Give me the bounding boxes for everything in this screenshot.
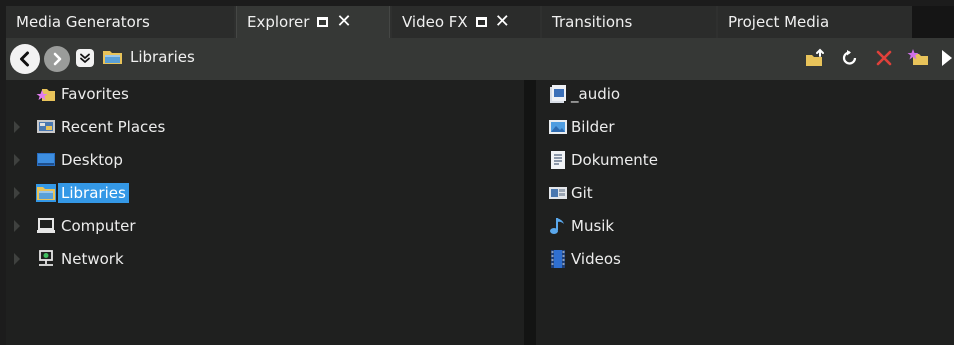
explorer-window: Media Generators Explorer ✕ Video FX ✕ T… — [6, 6, 954, 345]
git-library-icon — [549, 187, 567, 199]
delete-button[interactable] — [872, 46, 896, 70]
file-item-label: Musik — [571, 217, 615, 235]
pane-splitter[interactable] — [524, 80, 536, 345]
tab-strip-filler — [912, 6, 954, 38]
file-item-label: Bilder — [571, 118, 615, 136]
file-item-label: Videos — [571, 250, 621, 268]
back-arrow-icon — [20, 51, 29, 67]
play-button[interactable] — [940, 46, 954, 70]
expand-icon[interactable] — [14, 187, 20, 199]
computer-icon — [37, 218, 55, 233]
tree-item-label: Libraries — [58, 183, 129, 203]
tab-project-media[interactable]: Project Media — [718, 6, 912, 38]
pictures-library-icon — [549, 120, 567, 134]
delete-icon — [876, 50, 892, 66]
tab-strip: Media Generators Explorer ✕ Video FX ✕ T… — [6, 6, 954, 38]
refresh-icon — [842, 50, 857, 65]
tree-item-recent-places[interactable]: Recent Places — [6, 113, 524, 141]
tree-item-label: Recent Places — [61, 118, 166, 136]
file-item-label: Dokumente — [571, 151, 658, 169]
back-button[interactable] — [10, 44, 40, 74]
expand-icon[interactable] — [14, 253, 20, 265]
tree-item-libraries[interactable]: Libraries — [6, 179, 524, 207]
address-label: Libraries — [130, 48, 195, 66]
tree-item-desktop[interactable]: Desktop — [6, 146, 524, 174]
recent-locations-button[interactable] — [76, 49, 94, 67]
tree-item-favorites[interactable]: Favorites — [6, 80, 524, 108]
file-item-musik[interactable]: Musik — [536, 212, 954, 242]
tab-label: Transitions — [552, 13, 633, 31]
network-icon — [39, 250, 53, 266]
tree-item-computer[interactable]: Computer — [6, 212, 524, 240]
tab-label: Video FX — [402, 13, 468, 31]
file-item-videos[interactable]: Videos — [536, 245, 954, 275]
tab-transitions[interactable]: Transitions — [542, 6, 716, 38]
tab-media-generators[interactable]: Media Generators — [6, 6, 234, 38]
refresh-button[interactable] — [838, 46, 862, 70]
tab-explorer[interactable]: Explorer ✕ — [236, 6, 390, 38]
tab-video-fx[interactable]: Video FX ✕ — [392, 6, 540, 38]
libraries-folder-icon — [103, 51, 122, 64]
documents-library-icon — [551, 151, 565, 169]
recent-places-icon — [37, 120, 55, 133]
favorites-star-folder-icon — [36, 89, 55, 101]
up-folder-button[interactable] — [804, 46, 828, 70]
music-library-icon — [550, 218, 564, 234]
toolbar: Libraries — [6, 38, 954, 80]
file-item-audio[interactable]: _audio — [536, 80, 954, 110]
folder-tree-pane: Favorites Recent Places Desktop Librarie… — [6, 80, 524, 345]
file-item-bilder[interactable]: Bilder — [536, 113, 954, 143]
close-icon[interactable]: ✕ — [495, 13, 510, 31]
forward-arrow-icon — [53, 52, 62, 66]
file-item-git[interactable]: Git — [536, 179, 954, 209]
tree-item-label: Favorites — [61, 85, 129, 103]
toolbar-actions — [804, 46, 954, 70]
tree-item-label: Computer — [61, 217, 136, 235]
add-favorite-icon — [907, 49, 928, 65]
tab-label: Project Media — [728, 13, 830, 31]
file-item-label: Git — [571, 184, 593, 202]
maximize-icon[interactable] — [317, 17, 329, 27]
file-list-pane: _audio Bilder Dokumente Git Musik Videos — [536, 80, 954, 345]
expand-icon[interactable] — [14, 220, 20, 232]
tree-item-label: Network — [61, 250, 124, 268]
close-icon[interactable]: ✕ — [336, 13, 351, 31]
audio-library-icon — [550, 85, 566, 103]
videos-library-icon — [551, 250, 565, 268]
recent-locations-icon — [80, 53, 90, 63]
tab-label: Explorer — [247, 13, 310, 31]
file-item-dokumente[interactable]: Dokumente — [536, 146, 954, 176]
expand-icon[interactable] — [14, 154, 20, 166]
play-icon — [942, 50, 952, 66]
forward-button[interactable] — [44, 46, 70, 72]
file-item-label: _audio — [571, 85, 621, 103]
desktop-icon — [37, 153, 55, 166]
tree-item-network[interactable]: Network — [6, 245, 524, 273]
tab-label: Media Generators — [16, 13, 150, 31]
tree-item-label: Desktop — [61, 151, 123, 169]
add-favorite-button[interactable] — [906, 46, 930, 70]
expand-icon[interactable] — [14, 121, 20, 133]
maximize-icon[interactable] — [475, 17, 487, 27]
address-bar[interactable]: Libraries — [102, 48, 195, 66]
up-folder-icon — [806, 48, 824, 66]
libraries-folder-icon — [36, 184, 56, 202]
